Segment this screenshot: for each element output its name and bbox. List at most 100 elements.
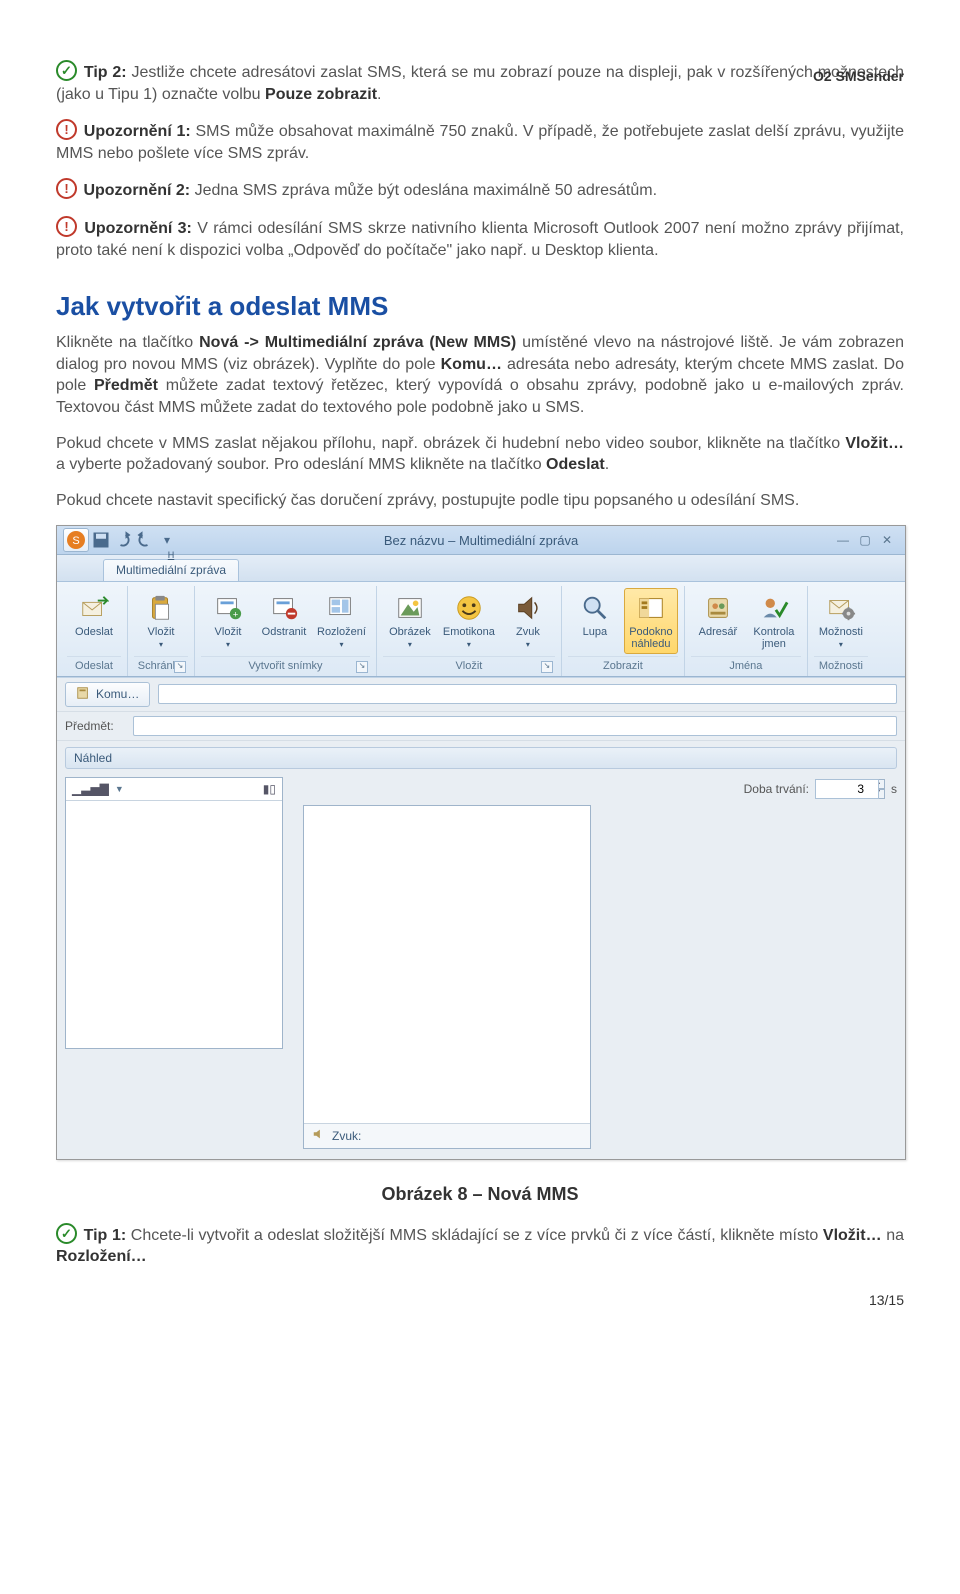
check-names-icon <box>758 592 790 624</box>
warn2-label: Upozornění 2: <box>83 182 190 199</box>
save-icon[interactable] <box>91 530 111 550</box>
group-snimky: + Vložit▾ Odstranit Rozložení▾ Vytvořit … <box>195 586 377 675</box>
warn2-paragraph: ! Upozornění 2: Jedna SMS zpráva může bý… <box>56 178 904 202</box>
sound-button[interactable]: Zvuk▾ <box>501 588 555 653</box>
slides-panel: ▁▃▅▇ ▼ ▮▯ <box>65 777 283 1049</box>
tip1b-mid: na <box>882 1227 904 1244</box>
emoticon-icon <box>453 592 485 624</box>
remove-slide-label: Odstranit <box>262 626 307 638</box>
dialog-launcher-icon[interactable]: ↘ <box>541 661 553 673</box>
preview-bar[interactable]: Náhled <box>65 747 897 769</box>
duration-label: Doba trvání: <box>744 782 809 796</box>
signal-icon: ▁▃▅▇ <box>72 782 109 796</box>
duration-unit: s <box>891 782 897 796</box>
clipboard-icon <box>145 592 177 624</box>
minimize-button[interactable]: — <box>835 532 851 548</box>
remove-slide-button[interactable]: Odstranit <box>257 588 311 641</box>
p1b: Nová -> Multimediální zpráva (New MMS) <box>199 334 516 351</box>
options-icon <box>825 592 857 624</box>
addressbook-button[interactable]: Adresář <box>691 588 745 641</box>
figure-caption: Obrázek 8 – Nová MMS <box>56 1184 904 1205</box>
group-zobrazit: Lupa Podoknonáhledu Zobrazit <box>562 586 685 675</box>
p2e: . <box>605 456 609 473</box>
tip2-text: Jestliže chcete adresátovi zaslat SMS, k… <box>56 64 904 103</box>
p2b: Vložit… <box>845 435 904 452</box>
content-panel[interactable]: Zvuk: <box>303 805 591 1149</box>
layout-button[interactable]: Rozložení▾ <box>313 588 370 653</box>
to-row: Komu… <box>57 678 905 712</box>
to-button[interactable]: Komu… <box>65 682 150 707</box>
maximize-button[interactable]: ▢ <box>857 532 873 548</box>
speaker-icon <box>312 1127 326 1144</box>
check-label1: Kontrola <box>753 626 794 638</box>
insert-slide-label: Vložit <box>215 626 242 638</box>
addressbook-icon <box>702 592 734 624</box>
group-moznosti: Možnosti▾ Možnosti <box>808 586 874 675</box>
group-label-snimky: Vytvořit snímky↘ <box>201 656 370 676</box>
p1f: Předmět <box>94 377 158 394</box>
warning-icon: ! <box>56 216 77 237</box>
dialog-launcher-icon[interactable]: ↘ <box>356 661 368 673</box>
p2d: Odeslat <box>546 456 605 473</box>
tab-accelerator: H <box>168 550 175 560</box>
tip1-bottom: ✓ Tip 1: Chcete-li vytvořit a odeslat sl… <box>56 1223 904 1268</box>
zoom-label: Lupa <box>583 626 607 638</box>
warning-icon: ! <box>56 119 77 140</box>
svg-text:S: S <box>72 535 79 547</box>
tab-label: Multimediální zpráva <box>116 563 226 577</box>
panels: ▁▃▅▇ ▼ ▮▯ Doba trvání: ▲▼ s <box>57 773 905 1159</box>
chevron-down-icon[interactable]: ▼ <box>115 784 124 794</box>
zoom-button[interactable]: Lupa <box>568 588 622 641</box>
insert-slide-icon: + <box>212 592 244 624</box>
warn3-label: Upozornění 3: <box>84 220 192 237</box>
tip1b-b1: Vložit… <box>823 1227 882 1244</box>
emoticon-button[interactable]: Emotikona▾ <box>439 588 499 653</box>
tip1b-b2: Rozložení… <box>56 1248 147 1265</box>
paste-label: Vložit <box>148 626 175 638</box>
options-button[interactable]: Možnosti▾ <box>814 588 868 653</box>
addressbook-label: Adresář <box>699 626 738 638</box>
office-button[interactable]: S <box>63 528 89 552</box>
insert-slide-button[interactable]: + Vložit▾ <box>201 588 255 653</box>
image-button[interactable]: Obrázek▾ <box>383 588 437 653</box>
layout-icon <box>325 592 357 624</box>
tip1b-label: Tip 1: <box>84 1227 127 1244</box>
sound-label: Zvuk <box>516 626 540 638</box>
magnifier-icon <box>579 592 611 624</box>
quick-access-toolbar: S ▾ <box>57 528 177 552</box>
ribbon-tabs: H Multimediální zpráva <box>57 555 905 582</box>
subject-label: Předmět: <box>65 719 125 733</box>
check-names-button[interactable]: Kontrolajmen <box>747 588 801 653</box>
p2c: a vyberte požadovaný soubor. Pro odeslán… <box>56 456 546 473</box>
send-button[interactable]: Odeslat <box>67 588 121 641</box>
undo-icon[interactable] <box>113 530 133 550</box>
para2: Pokud chcete v MMS zaslat nějakou příloh… <box>56 433 904 476</box>
emoticon-label: Emotikona <box>443 626 495 638</box>
close-button[interactable]: ✕ <box>879 532 895 548</box>
send-icon <box>78 592 110 624</box>
subject-input[interactable] <box>133 716 897 736</box>
warn2-text: Jedna SMS zpráva může být odeslána maxim… <box>190 182 657 199</box>
slides-header: ▁▃▅▇ ▼ ▮▯ <box>66 778 282 801</box>
qat-dropdown-icon[interactable]: ▾ <box>157 530 177 550</box>
send-label: Odeslat <box>75 626 113 638</box>
tab-multimedia-message[interactable]: H Multimediální zpráva <box>103 559 239 581</box>
page-number: 13/15 <box>869 1292 904 1308</box>
dialog-launcher-icon[interactable]: ↘ <box>174 661 186 673</box>
group-label-jmena: Jména <box>691 656 801 676</box>
preview-pane-icon <box>635 592 667 624</box>
book-icon <box>76 686 90 703</box>
para3: Pokud chcete nastavit specifický čas dor… <box>56 490 904 512</box>
warning-icon: ! <box>56 178 77 199</box>
duration-input[interactable] <box>815 779 879 799</box>
check-label2: jmen <box>762 638 786 650</box>
group-label-schranka: Schránka↘ <box>134 656 188 676</box>
redo-icon[interactable] <box>135 530 155 550</box>
paste-button[interactable]: Vložit▾ <box>134 588 188 653</box>
compose-area: Komu… Předmět: Náhled ▁▃▅▇ ▼ ▮▯ <box>57 677 905 1159</box>
ribbon: Odeslat Odeslat Vložit▾ Schránka↘ + <box>57 582 905 676</box>
header-product: O2 SMSender <box>813 68 904 84</box>
to-input[interactable] <box>158 684 897 704</box>
preview-pane-button[interactable]: Podoknonáhledu <box>624 588 678 653</box>
group-label-zobrazit: Zobrazit <box>568 656 678 676</box>
